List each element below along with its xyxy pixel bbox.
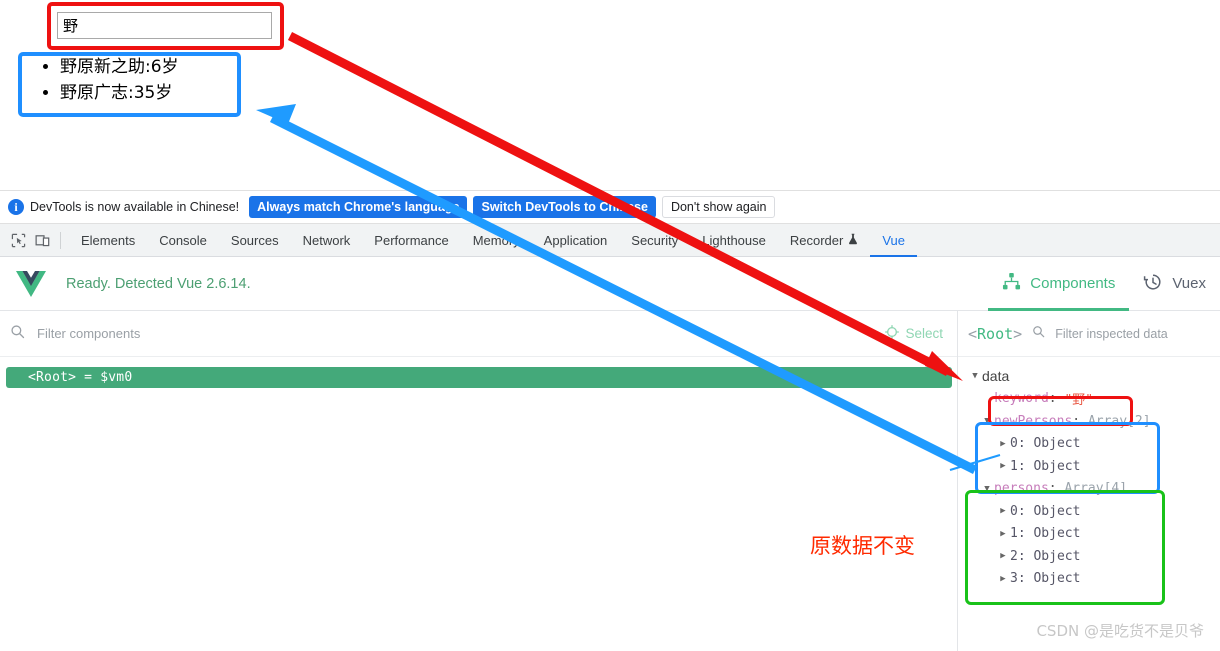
info-icon: i xyxy=(8,199,24,215)
tree-node-child[interactable]: 2: Object xyxy=(958,545,1220,568)
tab-console[interactable]: Console xyxy=(147,224,219,257)
vue-panel-body: Select <Root> = $vm0 <Root> data xyxy=(0,311,1220,651)
tree-node-child[interactable]: 1: Object xyxy=(958,455,1220,478)
select-label: Select xyxy=(905,326,943,341)
inspect-element-icon[interactable] xyxy=(6,228,30,252)
vue-tab-components[interactable]: Components xyxy=(988,257,1129,311)
notice-text: DevTools is now available in Chinese! xyxy=(30,200,240,214)
tab-security[interactable]: Security xyxy=(619,224,690,257)
list-item: 野原新之助:6岁 xyxy=(60,54,179,80)
tab-recorder[interactable]: Recorder xyxy=(778,224,870,257)
watermark: CSDN @是吃货不是贝爷 xyxy=(1036,622,1204,640)
toolbar-divider xyxy=(60,231,61,249)
tab-memory[interactable]: Memory xyxy=(461,224,532,257)
components-pane: Select <Root> = $vm0 xyxy=(0,311,958,651)
vue-header-tabs: Components Vuex xyxy=(988,257,1220,311)
devtools-locale-notification-bar: i DevTools is now available in Chinese! … xyxy=(0,190,1220,224)
chevron-down-icon[interactable] xyxy=(968,371,982,381)
select-component-button[interactable]: Select xyxy=(885,325,943,342)
vue-tab-label: Components xyxy=(1030,275,1116,292)
tab-vue[interactable]: Vue xyxy=(870,224,917,257)
chevron-down-icon[interactable] xyxy=(980,416,994,426)
tree-node-data[interactable]: data xyxy=(958,365,1220,388)
inspected-component-name: <Root> xyxy=(968,324,1023,343)
search-icon xyxy=(1032,325,1045,343)
tab-label: Sources xyxy=(230,232,279,248)
inspector-header: <Root> xyxy=(958,311,1220,357)
inspected-root-label: Root xyxy=(977,324,1014,343)
experiment-flask-icon xyxy=(848,233,858,248)
chevron-down-icon[interactable] xyxy=(980,484,994,494)
chevron-right-icon[interactable] xyxy=(996,439,1010,449)
tab-sources[interactable]: Sources xyxy=(219,224,291,257)
inspected-data-tree: data keyword: "野" newPersons: Array[2] 0… xyxy=(958,357,1220,590)
target-select-icon xyxy=(885,325,900,342)
tab-network[interactable]: Network xyxy=(291,224,363,257)
annotation-note-text: 原数据不变 xyxy=(810,534,915,558)
devtools-tab-strip: Elements Console Sources Network Perform… xyxy=(0,224,1220,257)
tab-label: Recorder xyxy=(789,232,844,248)
tree-node-keyword[interactable]: keyword: "野" xyxy=(958,388,1220,411)
list-item: 野原广志:35岁 xyxy=(60,80,179,106)
tree-key: persons xyxy=(994,481,1049,497)
always-match-language-button[interactable]: Always match Chrome's language xyxy=(249,196,468,218)
tab-application[interactable]: Application xyxy=(532,224,620,257)
tree-child-label: 0: Object xyxy=(1010,436,1081,452)
tree-value: "野" xyxy=(1064,393,1094,409)
vue-status-text: Ready. Detected Vue 2.6.14. xyxy=(66,275,251,292)
tab-lighthouse[interactable]: Lighthouse xyxy=(690,224,778,257)
tree-node-child[interactable]: 0: Object xyxy=(958,500,1220,523)
tab-elements[interactable]: Elements xyxy=(69,224,147,257)
tab-label: Security xyxy=(631,232,679,248)
search-icon xyxy=(10,324,25,344)
tree-node-child[interactable]: 0: Object xyxy=(958,433,1220,456)
tab-performance[interactable]: Performance xyxy=(362,224,460,257)
tree-child-label: 1: Object xyxy=(1010,458,1081,474)
chevron-right-icon[interactable] xyxy=(996,529,1010,539)
tree-node-child[interactable]: 1: Object xyxy=(958,523,1220,546)
filtered-person-list: 野原新之助:6岁 野原广志:35岁 xyxy=(24,48,179,112)
inspector-pane: <Root> data keyword: "野" newPersons: Arr… xyxy=(958,311,1220,651)
tab-label: Network xyxy=(302,232,351,248)
tab-label: Application xyxy=(543,232,608,248)
tree-child-label: 0: Object xyxy=(1010,503,1081,519)
tree-value: Array[4] xyxy=(1064,481,1128,497)
components-filter-row: Select xyxy=(0,311,957,357)
tree-key: keyword xyxy=(994,391,1049,407)
browser-page-area: 野原新之助:6岁 野原广志:35岁 xyxy=(0,0,1220,190)
chevron-right-icon[interactable] xyxy=(996,574,1010,584)
tree-node-newPersons[interactable]: newPersons: Array[2] xyxy=(958,410,1220,433)
components-icon xyxy=(1002,272,1021,295)
switch-devtools-to-chinese-button[interactable]: Switch DevTools to Chinese xyxy=(473,196,656,218)
chevron-right-icon[interactable] xyxy=(996,551,1010,561)
root-row-label: <Root> = $vm0 xyxy=(28,370,133,385)
dont-show-again-button[interactable]: Don't show again xyxy=(661,196,776,218)
tree-node-label: data xyxy=(982,368,1010,385)
vue-tab-label: Vuex xyxy=(1172,275,1206,292)
filter-components-input[interactable] xyxy=(35,325,455,342)
component-tree-root-row[interactable]: <Root> = $vm0 xyxy=(6,367,952,388)
device-toolbar-icon[interactable] xyxy=(30,228,54,252)
vue-tab-vuex[interactable]: Vuex xyxy=(1129,257,1220,311)
chevron-right-icon[interactable] xyxy=(996,506,1010,516)
chevron-right-icon[interactable] xyxy=(996,461,1010,471)
vue-logo-icon xyxy=(14,269,48,299)
tree-child-label: 3: Object xyxy=(1010,571,1081,587)
tab-label: Lighthouse xyxy=(702,232,766,248)
tree-key: newPersons xyxy=(994,413,1073,429)
tree-node-persons[interactable]: persons: Array[4] xyxy=(958,478,1220,501)
keyword-search-input[interactable] xyxy=(57,12,272,39)
vuex-history-icon xyxy=(1143,272,1163,296)
vue-panel-header: Ready. Detected Vue 2.6.14. Components V… xyxy=(0,257,1220,311)
tab-label: Console xyxy=(159,232,207,248)
filter-inspected-data-input[interactable] xyxy=(1053,325,1204,342)
tree-value: Array[2] xyxy=(1087,413,1151,429)
tree-child-label: 1: Object xyxy=(1010,526,1081,542)
tree-child-label: 2: Object xyxy=(1010,548,1081,564)
tab-label: Elements xyxy=(81,232,136,248)
tab-label: Memory xyxy=(472,232,520,248)
tab-label: Performance xyxy=(374,232,449,248)
tree-node-child[interactable]: 3: Object xyxy=(958,568,1220,591)
tab-label: Vue xyxy=(882,232,905,248)
